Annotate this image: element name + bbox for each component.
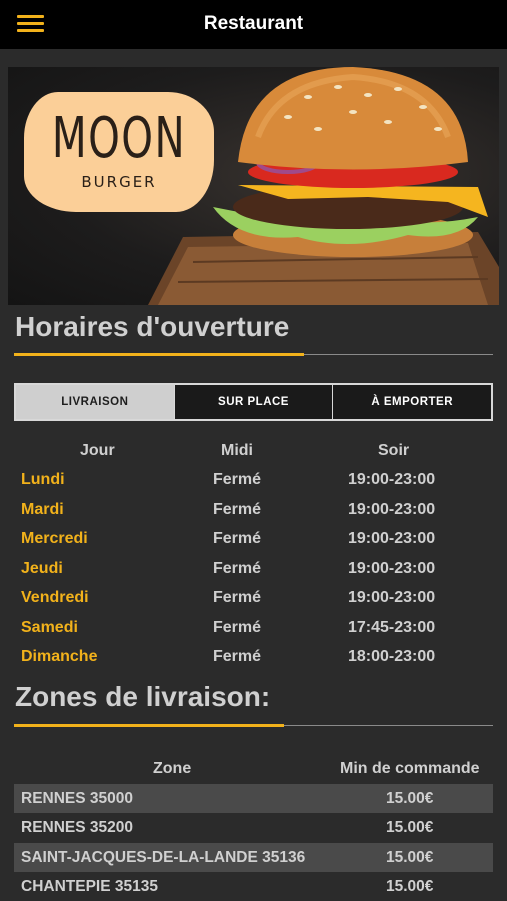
logo-title: MOON [51, 106, 187, 171]
day-name: Jeudi [21, 560, 63, 577]
table-row: Mercredi Fermé 19:00-23:00 [0, 530, 507, 556]
app-title: Restaurant [203, 13, 304, 34]
table-row: CHANTEPIE 35135 15.00€ [14, 872, 493, 901]
moon-burger-logo: MOON BURGER [24, 92, 214, 212]
opening-hours-title: Horaires d'ouverture [15, 311, 290, 342]
min-order-value: 15.00€ [386, 790, 434, 807]
day-name: Vendredi [21, 589, 89, 606]
midi-hours: Fermé [213, 619, 262, 636]
hours-table-header: Jour Midi Soir [0, 442, 507, 464]
column-header-soir: Soir [378, 442, 410, 459]
soir-hours: 19:00-23:00 [348, 560, 436, 577]
column-header-midi: Midi [221, 442, 253, 459]
hero-banner: MOON BURGER [8, 67, 499, 305]
delivery-zones-divider [14, 724, 493, 727]
midi-hours: Fermé [213, 530, 262, 547]
day-name: Mardi [21, 501, 64, 518]
table-row: Jeudi Fermé 19:00-23:00 [0, 560, 507, 586]
soir-hours: 19:00-23:00 [348, 501, 436, 518]
soir-hours: 19:00-23:00 [348, 471, 436, 488]
zone-name: RENNES 35000 [21, 790, 134, 807]
zone-name: RENNES 35200 [21, 819, 134, 836]
midi-hours: Fermé [213, 501, 262, 518]
tab-a-emporter[interactable]: À EMPORTER [333, 385, 491, 419]
day-name: Lundi [21, 471, 65, 488]
table-row: RENNES 35000 15.00€ [14, 784, 493, 813]
day-name: Samedi [21, 619, 78, 636]
column-header-min-order: Min de commande [340, 760, 480, 777]
midi-hours: Fermé [213, 589, 262, 606]
table-row: Samedi Fermé 17:45-23:00 [0, 619, 507, 645]
table-row: Dimanche Fermé 18:00-23:00 [0, 648, 507, 674]
column-header-day: Jour [80, 442, 115, 459]
tab-livraison[interactable]: LIVRAISON [16, 385, 175, 419]
table-row: Lundi Fermé 19:00-23:00 [0, 471, 507, 497]
min-order-value: 15.00€ [386, 878, 434, 895]
table-row: Mardi Fermé 19:00-23:00 [0, 501, 507, 527]
midi-hours: Fermé [213, 471, 262, 488]
top-bar: Restaurant [0, 0, 507, 49]
day-name: Mercredi [21, 530, 88, 547]
table-row: RENNES 35200 15.00€ [14, 813, 493, 842]
soir-hours: 18:00-23:00 [348, 648, 436, 665]
opening-hours-divider [14, 353, 493, 356]
soir-hours: 19:00-23:00 [348, 589, 436, 606]
soir-hours: 19:00-23:00 [348, 530, 436, 547]
service-tabs: LIVRAISON SUR PLACE À EMPORTER [14, 383, 493, 421]
delivery-zones-title: Zones de livraison: [15, 681, 271, 712]
logo-subtitle: BURGER [81, 173, 157, 191]
midi-hours: Fermé [213, 560, 262, 577]
soir-hours: 17:45-23:00 [348, 619, 436, 636]
zones-table-header: Zone Min de commande [0, 760, 507, 782]
day-name: Dimanche [21, 648, 98, 665]
column-header-zone: Zone [153, 760, 192, 777]
min-order-value: 15.00€ [386, 849, 434, 866]
tab-sur-place[interactable]: SUR PLACE [175, 385, 334, 419]
midi-hours: Fermé [213, 648, 262, 665]
zone-name: SAINT-JACQUES-DE-LA-LANDE 35136 [21, 849, 306, 866]
zone-name: CHANTEPIE 35135 [21, 878, 158, 895]
table-row: SAINT-JACQUES-DE-LA-LANDE 35136 15.00€ [14, 843, 493, 872]
table-row: Vendredi Fermé 19:00-23:00 [0, 589, 507, 615]
min-order-value: 15.00€ [386, 819, 434, 836]
